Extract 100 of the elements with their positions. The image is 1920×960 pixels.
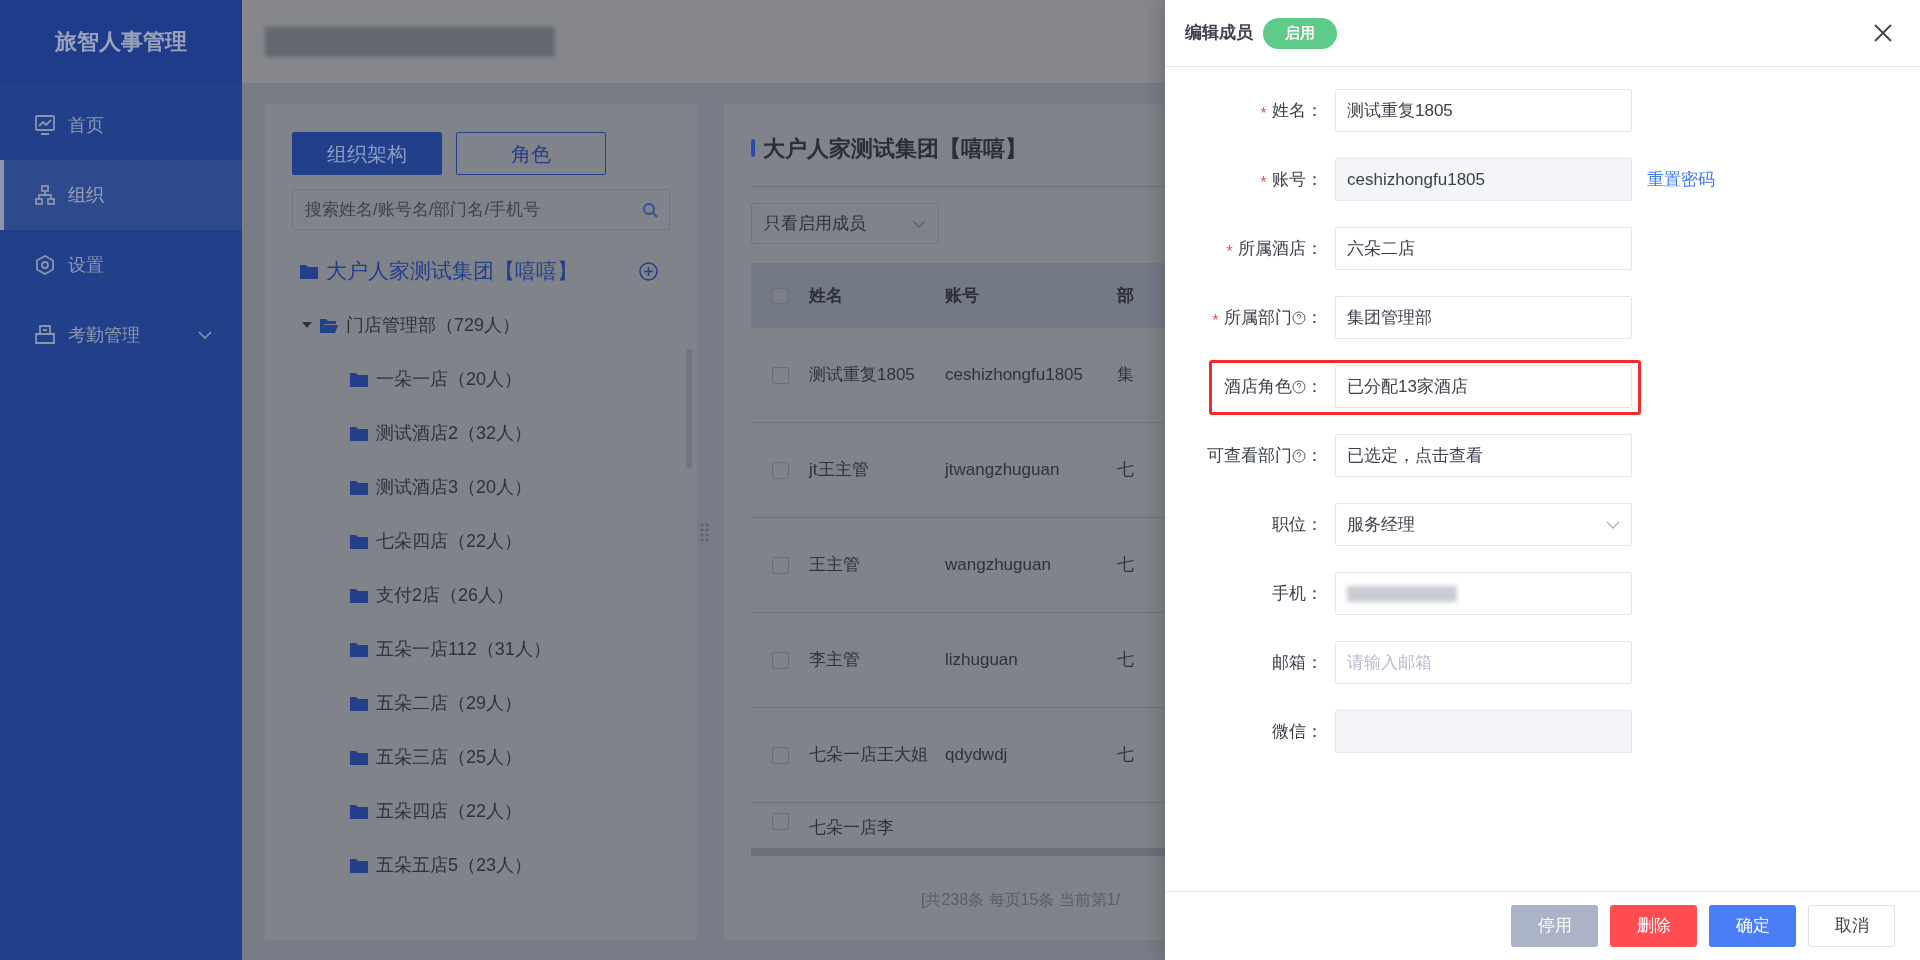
table-cell: 七 (1117, 460, 1134, 479)
field-label: 可查看部门 (1207, 444, 1292, 467)
select-field[interactable]: 服务经理 (1335, 503, 1632, 546)
table-cell: jtwangzhuguan (945, 460, 1060, 479)
input-field[interactable]: 已选定，点击查看 (1335, 434, 1632, 477)
folder-icon (350, 749, 368, 765)
input-field[interactable] (1335, 572, 1632, 615)
disable-button[interactable]: 停用 (1511, 905, 1598, 947)
status-badge: 启用 (1263, 17, 1337, 49)
add-circle-icon[interactable] (639, 261, 658, 281)
title-accent (751, 139, 755, 157)
field-label: 账号 (1272, 168, 1306, 191)
folder-icon (350, 533, 368, 549)
label-colon: ： (1306, 720, 1323, 743)
folder-open-icon (320, 317, 338, 333)
label-colon: ： (1306, 444, 1323, 467)
input-field[interactable]: 已分配13家酒店 (1335, 365, 1632, 408)
label-colon: ： (1306, 651, 1323, 674)
field-label: 手机 (1272, 582, 1306, 605)
label-colon: ： (1306, 237, 1323, 260)
nav-item[interactable]: 设置 (0, 230, 242, 300)
table-cell: 七 (1117, 650, 1134, 669)
folder-icon (350, 803, 368, 819)
confirm-button[interactable]: 确定 (1709, 905, 1796, 947)
table-cell: 七 (1117, 555, 1134, 574)
table-cell: ceshizhongfu1805 (945, 365, 1083, 384)
nav-item[interactable]: 考勤管理 (0, 300, 242, 370)
tree-node[interactable]: 五朵四店（22人） (292, 784, 670, 838)
tree-node[interactable]: 门店管理部（729人） (292, 298, 670, 352)
search-icon (642, 202, 658, 218)
tree-node[interactable]: 五朵三店（25人） (292, 730, 670, 784)
table-cell: 七朵一店王大姐 (809, 745, 928, 764)
app-title: 旅智人事管理 (55, 28, 187, 56)
column-header: 姓名 (809, 285, 843, 305)
delete-button[interactable]: 删除 (1610, 905, 1697, 947)
folder-icon (300, 263, 318, 279)
folder-icon (350, 641, 368, 657)
input-field[interactable]: 测试重复1805 (1335, 89, 1632, 132)
folder-icon (350, 479, 368, 495)
tab[interactable]: 角色 (456, 132, 606, 175)
table-cell: wangzhuguan (945, 555, 1051, 574)
label-colon: ： (1306, 582, 1323, 605)
field-label: 所属部门 (1224, 306, 1292, 329)
column-header: 账号 (945, 285, 979, 305)
reset-password-link[interactable]: 重置密码 (1647, 166, 1715, 193)
label-colon: ： (1306, 513, 1323, 536)
readonly-field[interactable]: ceshizhongfu1805 (1335, 158, 1632, 201)
tree-node[interactable]: 五朵五店5（23人） (292, 838, 670, 892)
label-colon: ： (1306, 99, 1323, 122)
printer-icon (34, 324, 56, 346)
readonly-field[interactable] (1335, 710, 1632, 753)
settings-icon (34, 254, 56, 276)
folder-icon (350, 857, 368, 873)
field-label: 职位 (1272, 513, 1306, 536)
field-label: 姓名 (1272, 99, 1306, 122)
table-cell: 测试重复1805 (809, 365, 915, 384)
field-label: 酒店角色 (1224, 375, 1292, 398)
tree-node[interactable]: 测试酒店3（20人） (292, 460, 670, 514)
drag-handle-icon[interactable] (700, 523, 709, 541)
nav-item[interactable]: 组织 (0, 160, 242, 230)
group-title: 大户人家测试集团【嘻嘻】 (763, 134, 1027, 163)
tree-node[interactable]: 支付2店（26人） (292, 568, 670, 622)
cancel-button[interactable]: 取消 (1808, 905, 1895, 947)
folder-icon (350, 371, 368, 387)
field-label: 微信 (1272, 720, 1306, 743)
chart-icon (34, 114, 56, 136)
drawer-title: 编辑成员 (1185, 22, 1253, 45)
table-cell: qdydwdj (945, 745, 1008, 764)
tree-node[interactable]: 一朵一店（20人） (292, 352, 670, 406)
input-field[interactable]: 六朵二店 (1335, 227, 1632, 270)
nav-item[interactable]: 首页 (0, 90, 242, 160)
table-cell: 李主管 (809, 650, 860, 669)
folder-icon (350, 425, 368, 441)
input-field[interactable]: 请输入邮箱 (1335, 641, 1632, 684)
tree-node[interactable]: 五朵一店112（31人） (292, 622, 670, 676)
chevron-down-icon (198, 331, 212, 339)
tree-node[interactable]: 测试酒店2（32人） (292, 406, 670, 460)
label-colon: ： (1306, 168, 1323, 191)
table-cell: 七 (1117, 745, 1134, 764)
field-label: 所属酒店 (1238, 237, 1306, 260)
input-field[interactable]: 集团管理部 (1335, 296, 1632, 339)
field-label: 邮箱 (1272, 651, 1306, 674)
table-cell: lizhuguan (945, 650, 1018, 669)
org-chart-icon (34, 184, 56, 206)
status-filter-select[interactable]: 只看启用成员 (751, 203, 939, 244)
close-icon[interactable] (1874, 24, 1892, 42)
table-cell: jt王主管 (809, 460, 869, 479)
table-cell: 七朵一店李 (809, 818, 894, 837)
tree-node[interactable]: 五朵二店（29人） (292, 676, 670, 730)
chevron-down-icon (1606, 520, 1620, 529)
search-field[interactable]: 搜索姓名/账号名/部门名/手机号 (292, 189, 670, 230)
tab[interactable]: 组织架构 (292, 132, 442, 175)
tree-node[interactable]: 大户人家测试集团【嘻嘻】 (292, 244, 670, 298)
label-colon: ： (1306, 375, 1323, 398)
table-cell: 集 (1117, 365, 1134, 384)
chevron-down-icon (912, 219, 926, 228)
label-colon: ： (1306, 306, 1323, 329)
folder-icon (350, 695, 368, 711)
table-cell: 王主管 (809, 555, 860, 574)
tree-node[interactable]: 七朵四店（22人） (292, 514, 670, 568)
